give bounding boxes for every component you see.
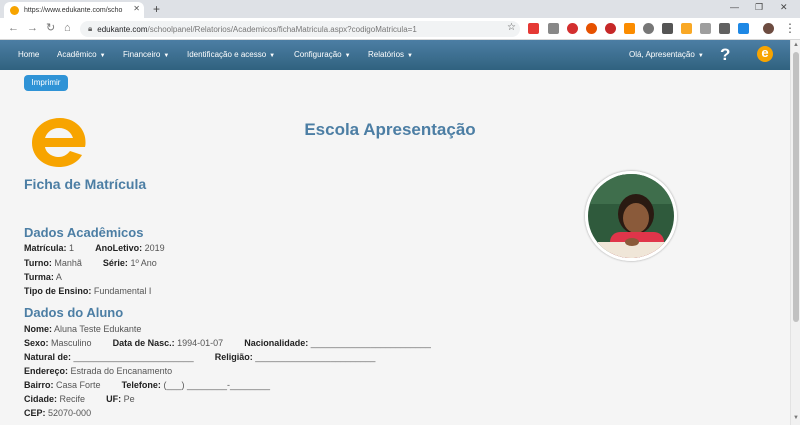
chevron-down-icon: ▼ [163, 53, 170, 59]
student-row-2: Sexo: Masculino Data de Nasc.: 1994-01-0… [24, 338, 431, 348]
address-bar-row: ← → ↻ ⌂ 🔒︎ edukante.com /schoolpanel/Rel… [0, 18, 800, 40]
extension-icon[interactable] [643, 23, 654, 34]
extension-icon[interactable] [528, 23, 539, 34]
nav-configuracao[interactable]: Configuração ▼ [294, 40, 351, 70]
restore-icon[interactable]: ❐ [755, 2, 763, 13]
student-row-4: Endereço: Estrada do Encanamento [24, 366, 173, 376]
academic-row-3: Turma: A [24, 272, 62, 282]
student-row-1: Nome: Aluna Teste Edukante [24, 324, 142, 334]
chevron-down-icon: ▼ [697, 53, 704, 59]
chevron-down-icon: ▼ [407, 53, 413, 59]
new-tab-icon[interactable]: + [153, 2, 160, 16]
report-page: Imprimir Escola Apresentação Ficha de Ma… [0, 70, 790, 425]
browser-tab-bar: https://www.edukante.com/scho ✕ + — ❐ ✕ [0, 0, 800, 18]
extension-icon[interactable] [662, 23, 673, 34]
academic-row-2: Turno: Manhã Série: 1º Ano [24, 258, 157, 268]
academic-row-1: Matrícula: 1 AnoLetivo: 2019 [24, 243, 165, 253]
chevron-down-icon: ▼ [269, 53, 276, 59]
page-scrollbar[interactable]: ▲ ▼ [790, 40, 800, 425]
extension-icon[interactable] [738, 23, 749, 34]
reload-icon[interactable]: ↻ [46, 21, 55, 35]
url-path: /schoolpanel/Relatorios/Academicos/ficha… [147, 24, 417, 34]
browser-tab[interactable]: https://www.edukante.com/scho ✕ [4, 2, 144, 18]
close-tab-icon[interactable]: ✕ [133, 4, 140, 13]
url-domain: edukante.com [97, 24, 148, 34]
nav-relatorios[interactable]: Relatórios ▼ [368, 40, 413, 70]
nav-identificacao[interactable]: Identificação e acesso ▼ [187, 40, 275, 70]
nav-home[interactable]: Home [18, 40, 39, 70]
edukante-logo[interactable]: e [757, 46, 773, 62]
app-navbar: Home Acadêmico ▼ Financeiro ▼ Identificaçã… [0, 40, 790, 70]
scroll-thumb[interactable] [793, 52, 799, 322]
extension-icon[interactable] [586, 23, 597, 34]
lock-icon: 🔒︎ [88, 24, 93, 33]
camera-extension-icon[interactable] [548, 23, 559, 34]
extension-icon[interactable] [605, 23, 616, 34]
nav-financeiro[interactable]: Financeiro ▼ [123, 40, 169, 70]
student-row-7: CEP: 52070-000 [24, 408, 92, 418]
student-photo [585, 171, 677, 261]
browser-menu-icon[interactable]: ⋮ [784, 21, 796, 35]
student-row-5: Bairro: Casa Forte Telefone: (___) _____… [24, 380, 271, 390]
help-icon[interactable]: ? [720, 43, 730, 67]
chevron-down-icon: ▼ [344, 53, 351, 59]
extension-icon[interactable] [719, 23, 730, 34]
forward-icon[interactable]: → [27, 21, 38, 35]
extension-icon[interactable] [700, 23, 711, 34]
bookmark-star-icon[interactable]: ☆ [507, 22, 516, 33]
abp-extension-icon[interactable] [567, 23, 578, 34]
profile-avatar[interactable] [763, 23, 774, 34]
back-icon[interactable]: ← [8, 21, 19, 35]
student-row-6: Cidade: Recife UF: Pe [24, 394, 135, 404]
url-field[interactable]: 🔒︎ edukante.com /schoolpanel/Relatorios/… [80, 21, 520, 37]
page-title: Ficha de Matrícula [24, 176, 147, 192]
school-logo [32, 118, 86, 167]
student-section-title: Dados do Aluno [24, 305, 124, 320]
home-icon[interactable]: ⌂ [64, 21, 71, 35]
school-name: Escola Apresentação [304, 120, 476, 139]
minimize-icon[interactable]: — [730, 2, 739, 12]
favicon-icon [10, 5, 19, 15]
scroll-up-icon[interactable]: ▲ [793, 42, 799, 48]
nav-academico[interactable]: Acadêmico ▼ [57, 40, 106, 70]
academic-section-title: Dados Acadêmicos [24, 225, 144, 240]
student-row-3: Natural de: ________________________ Rel… [24, 352, 376, 362]
extension-icon[interactable] [681, 23, 692, 34]
academic-row-4: Tipo de Ensino: Fundamental I [24, 286, 152, 296]
print-button[interactable]: Imprimir [24, 75, 68, 91]
extension-icon[interactable] [624, 23, 635, 34]
close-window-icon[interactable]: ✕ [780, 2, 788, 13]
scroll-down-icon[interactable]: ▼ [793, 415, 799, 421]
tab-title: https://www.edukante.com/scho [24, 6, 123, 14]
chevron-down-icon: ▼ [99, 53, 106, 59]
user-menu[interactable]: Olá, Apresentação ▼ [629, 40, 704, 70]
